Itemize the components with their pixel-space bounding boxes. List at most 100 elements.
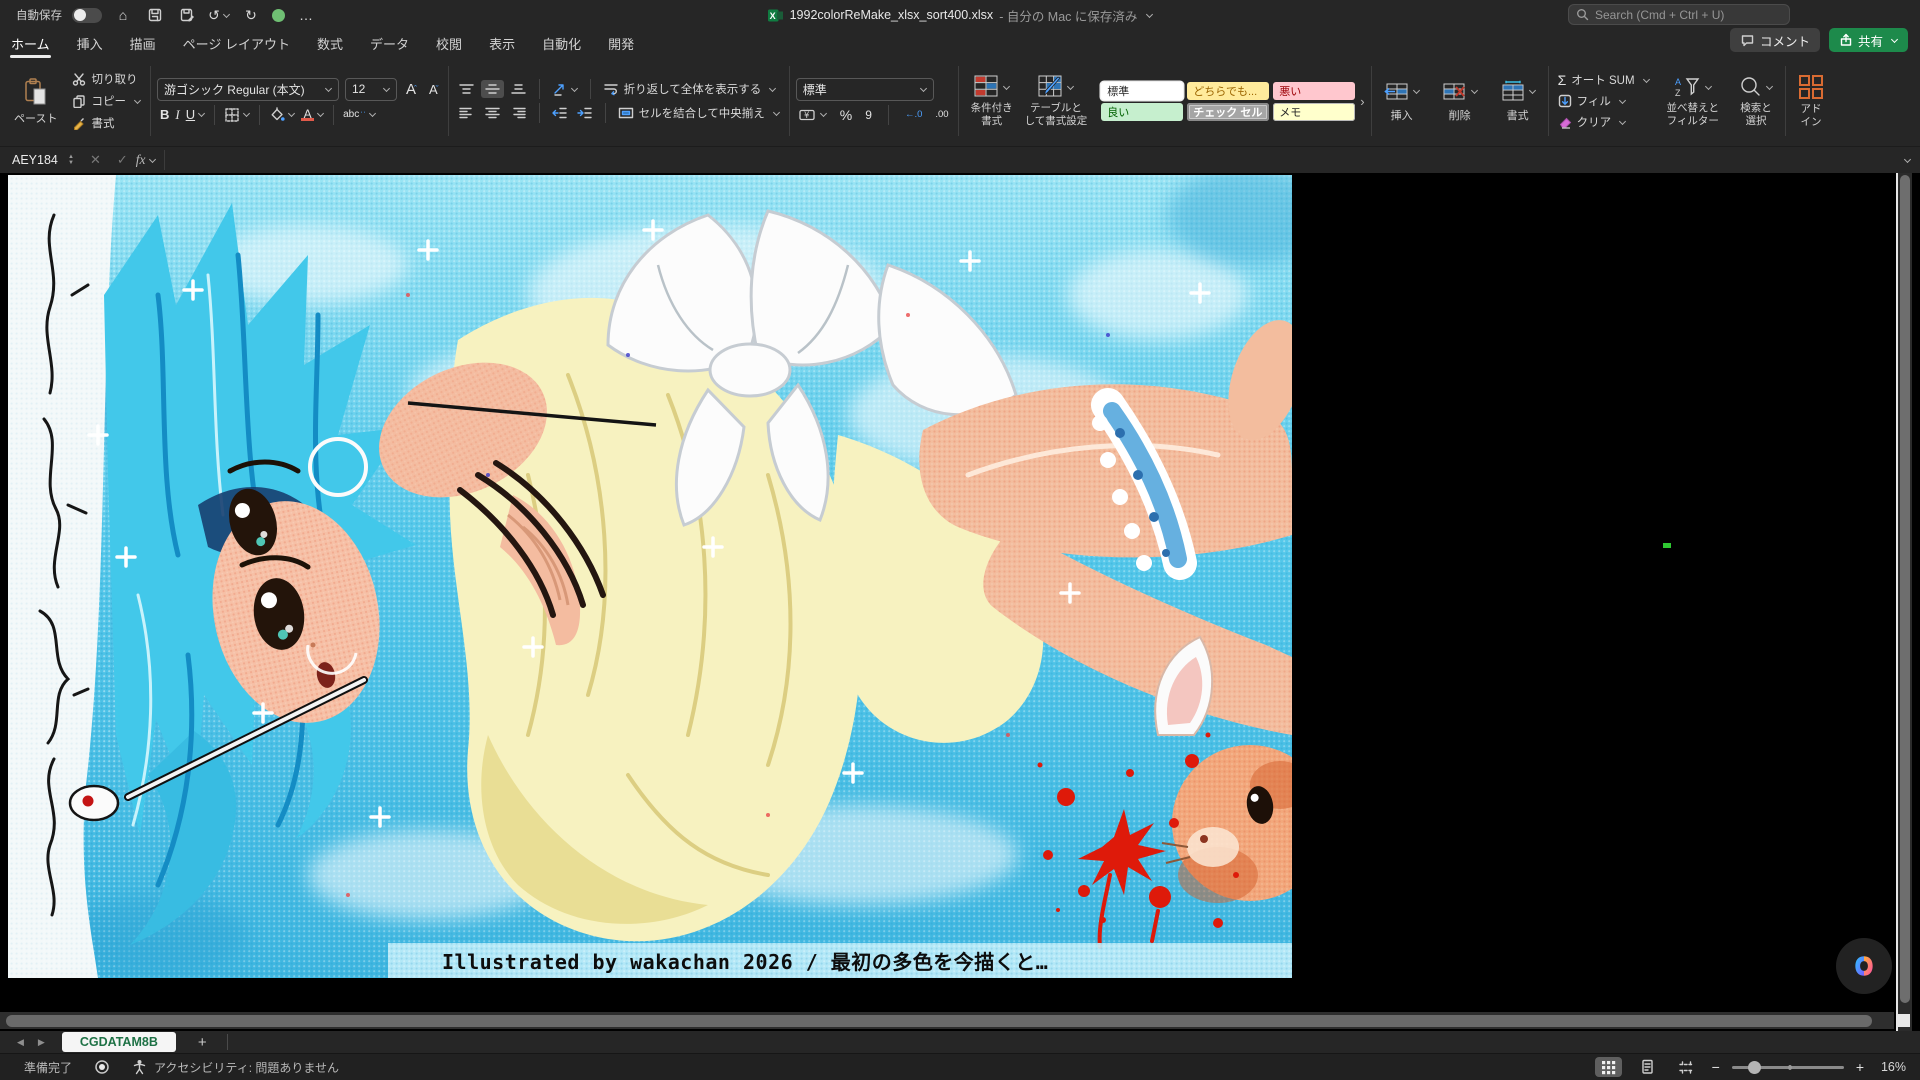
format-as-table-button[interactable]: テーブルとして書式設定 [1019,73,1094,128]
tab-automate[interactable]: 自動化 [541,32,582,55]
clear-button[interactable]: クリア [1555,113,1653,131]
cell-style-check[interactable]: チェック セル [1187,103,1269,121]
share-button[interactable]: 共有 [1829,28,1908,52]
copy-button[interactable]: コピー [69,92,144,110]
addins-button[interactable]: アドイン [1792,60,1830,142]
autosave-toggle[interactable] [72,8,102,23]
zoom-out-button[interactable]: − [1712,1059,1720,1075]
decrease-decimal-button[interactable]: .00 [932,107,951,122]
vertical-scrollbar-thumb[interactable] [1900,175,1910,1003]
comma-format-button[interactable]: 9 [862,106,875,124]
name-box[interactable]: AEY184 [10,153,68,167]
align-middle-button[interactable] [481,80,504,98]
fill-color-button[interactable] [266,105,298,125]
borders-button[interactable] [221,105,253,125]
zoom-slider[interactable] [1732,1066,1844,1069]
accessibility-status[interactable]: アクセシビリティ: 問題ありません [132,1059,339,1076]
cell-style-good[interactable]: 良い [1101,103,1183,121]
format-painter-button[interactable]: 書式 [69,114,144,132]
more-commands-icon[interactable]: … [295,5,317,25]
merge-center-button[interactable]: セルを結合して中央揃え [615,104,783,122]
add-sheet-button[interactable]: + [188,1034,217,1051]
tab-review[interactable]: 校閲 [435,32,463,55]
insert-cells-button[interactable]: 挿入 [1378,78,1426,125]
format-cells-button[interactable]: 書式 [1494,78,1542,125]
shrink-font-button[interactable]: Aˇ [426,80,442,99]
formula-bar-expand-icon[interactable] [1904,155,1911,162]
cut-button[interactable]: 切り取り [69,70,144,88]
increase-indent-button[interactable] [574,104,596,122]
comments-button[interactable]: コメント [1730,28,1820,52]
zoom-slider-knob[interactable] [1748,1061,1761,1074]
underline-button[interactable]: U [183,105,208,124]
font-name-select[interactable]: 游ゴシック Regular (本文) [157,78,339,101]
phonetic-guide-button[interactable]: abcˈˈ [340,107,379,122]
undo-icon[interactable]: ↺ [208,5,230,25]
enter-icon[interactable]: ✓ [117,152,128,168]
tab-data[interactable]: データ [369,32,410,55]
borders-icon [224,107,240,123]
home-icon[interactable]: ⌂ [112,5,134,25]
find-select-button[interactable]: 検索と選択 [1733,73,1779,128]
redo-icon[interactable]: ↻ [240,5,262,25]
align-left-button[interactable] [455,104,478,122]
copilot-button[interactable] [1836,938,1892,994]
bold-button[interactable]: B [157,105,172,124]
tab-draw[interactable]: 描画 [129,32,157,55]
grow-font-button[interactable]: Aˆ [403,79,420,100]
align-top-button[interactable] [455,80,478,98]
cell-style-note[interactable]: メモ [1273,103,1355,121]
zoom-level[interactable]: 16% [1876,1060,1906,1074]
search-box[interactable] [1568,4,1790,25]
normal-view-button[interactable] [1595,1057,1622,1077]
italic-button[interactable]: I [172,105,182,125]
wrap-text-button[interactable]: 折り返して全体を表示する [600,80,780,98]
tab-formulas[interactable]: 数式 [316,32,344,55]
sheet-tab-active[interactable]: CGDATAM8B [62,1032,176,1052]
delete-cells-button[interactable]: 削除 [1436,78,1484,125]
vertical-scrollbar[interactable] [1896,173,1912,1031]
cell-style-normal[interactable]: 標準 [1101,82,1183,100]
paste-button[interactable]: ペースト [8,75,63,128]
currency-format-button[interactable]: ¥ [796,106,830,124]
decrease-indent-button[interactable] [549,104,571,122]
fill-button[interactable]: フィル [1555,92,1653,110]
save-as-icon[interactable] [176,5,198,25]
cell-style-neutral[interactable]: どちらでも... [1187,82,1269,100]
search-input[interactable] [1595,8,1782,22]
tab-home[interactable]: ホーム [10,32,51,55]
macro-record-icon[interactable] [94,1059,110,1075]
cancel-icon[interactable]: ✕ [90,152,101,168]
conditional-formatting-button[interactable]: 条件付き書式 [965,73,1019,128]
horizontal-scrollbar[interactable] [0,1012,1894,1029]
zoom-slider-track[interactable] [1732,1066,1844,1069]
font-color-button[interactable]: A [298,107,327,123]
tab-developer[interactable]: 開発 [607,32,635,55]
formula-input[interactable] [164,150,1895,170]
increase-decimal-button[interactable]: ←.0 [902,107,925,122]
spreadsheet-canvas[interactable]: Illustrated by wakachan 2026 / 最初の多色を今描く… [0,173,1920,1031]
insert-function-button[interactable]: fx [136,152,146,168]
page-layout-view-button[interactable] [1634,1057,1661,1077]
cell-style-bad[interactable]: 悪い [1273,82,1355,100]
number-format-select[interactable]: 標準 [796,78,934,101]
tab-insert[interactable]: 挿入 [76,32,104,55]
align-center-button[interactable] [481,104,504,122]
name-box-stepper[interactable]: ▲▼ [68,155,74,166]
font-size-select[interactable]: 12 [345,78,397,101]
tab-view[interactable]: 表示 [488,32,516,55]
align-bottom-button[interactable] [507,80,530,98]
tab-page-layout[interactable]: ページ レイアウト [182,32,291,55]
page-break-view-button[interactable] [1673,1057,1700,1077]
orientation-button[interactable] [549,80,581,98]
percent-format-button[interactable]: % [837,105,855,125]
sheet-next-button[interactable]: ▶ [33,1037,50,1048]
save-icon[interactable] [144,5,166,25]
gallery-more-button[interactable]: › [1360,94,1364,109]
align-right-button[interactable] [507,104,530,122]
autosum-button[interactable]: Σ オート SUM [1555,71,1653,89]
horizontal-scrollbar-thumb[interactable] [6,1015,1872,1027]
sheet-prev-button[interactable]: ◀ [12,1037,29,1048]
zoom-in-button[interactable]: + [1856,1059,1864,1075]
sort-filter-button[interactable]: AZ 並べ替えとフィルター [1661,73,1726,128]
